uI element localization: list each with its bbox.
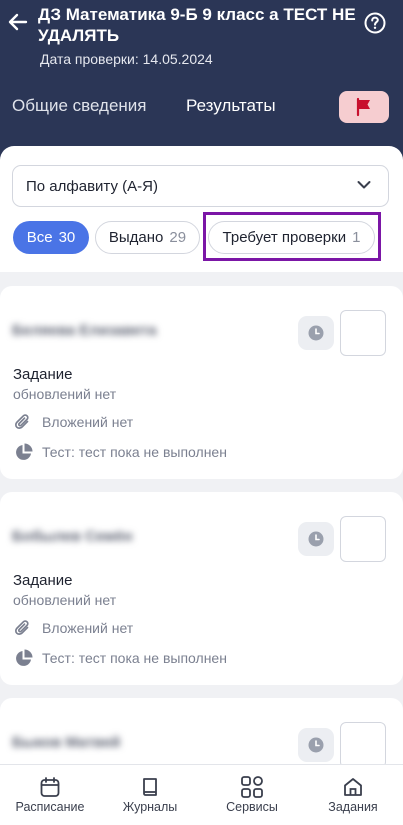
paperclip-icon	[13, 412, 33, 432]
filter-panel: По алфавиту (А-Я) Все 30 Выдано 29 Требу…	[0, 146, 403, 272]
pill-count: 29	[169, 229, 187, 246]
nav-label: Журналы	[122, 800, 178, 814]
pie-chart-icon	[13, 442, 33, 462]
clock-icon	[308, 325, 324, 341]
student-card[interactable]: Бобылев Семён Задание обновлений нет Вло…	[0, 492, 403, 685]
calendar-icon	[38, 775, 62, 799]
student-name: Бобылев Семён	[12, 528, 133, 545]
nav-label: Задания	[328, 800, 378, 814]
back-arrow-icon	[8, 13, 28, 31]
history-button[interactable]	[298, 316, 334, 350]
header: ДЗ Математика 9-Б 9 класс а ТЕСТ НЕ УДАЛ…	[0, 0, 403, 160]
check-date: Дата проверки: 14.05.2024	[40, 51, 213, 67]
task-updates: обновлений нет	[13, 592, 117, 608]
flag-icon	[356, 97, 370, 117]
home-icon	[341, 775, 365, 799]
help-button[interactable]	[364, 12, 386, 34]
pill-label: Все	[26, 229, 53, 246]
test-status-text: Тест: тест пока не выполнен	[42, 650, 227, 666]
clock-icon	[308, 531, 324, 547]
pill-label: Выдано	[108, 229, 164, 246]
task-updates: обновлений нет	[13, 386, 117, 402]
grade-box[interactable]	[340, 516, 386, 562]
task-label: Задание	[13, 572, 73, 589]
task-label: Задание	[13, 366, 73, 383]
nav-label: Сервисы	[226, 800, 278, 814]
nav-item-journals[interactable]: Журналы	[100, 765, 200, 825]
flag-button[interactable]	[339, 91, 389, 123]
clock-icon	[308, 737, 324, 753]
help-icon	[364, 12, 386, 34]
paperclip-icon	[13, 618, 33, 638]
sort-select[interactable]: По алфавиту (А-Я)	[12, 165, 389, 207]
attachments-text: Вложений нет	[42, 414, 134, 430]
book-icon	[138, 775, 162, 799]
student-name: Беляева Елизавета	[12, 322, 157, 339]
student-name: Быков Матвей	[12, 734, 121, 751]
nav-item-tasks[interactable]: Задания	[303, 765, 403, 825]
filter-pill-issued[interactable]: Выдано 29	[95, 221, 200, 254]
test-row: Тест: тест пока не выполнен	[13, 648, 227, 668]
back-button[interactable]	[6, 8, 30, 36]
pie-chart-icon	[13, 648, 33, 668]
grade-box[interactable]	[340, 722, 386, 768]
filter-pill-all[interactable]: Все 30	[13, 221, 89, 254]
highlight-box	[203, 212, 381, 261]
tab-results[interactable]: Результаты	[186, 96, 276, 116]
sort-value: По алфавиту (А-Я)	[26, 178, 158, 195]
attachments-row: Вложений нет	[13, 412, 133, 432]
bottom-nav: Расписание Журналы Сервисы Задания	[0, 764, 403, 825]
pill-count: 30	[58, 229, 76, 246]
history-button[interactable]	[298, 522, 334, 556]
history-button[interactable]	[298, 728, 334, 762]
nav-item-services[interactable]: Сервисы	[202, 765, 302, 825]
attachments-text: Вложений нет	[42, 620, 134, 636]
tab-general-info[interactable]: Общие сведения	[12, 96, 147, 116]
nav-item-schedule[interactable]: Расписание	[0, 765, 100, 825]
nav-label: Расписание	[15, 800, 85, 814]
attachments-row: Вложений нет	[13, 618, 133, 638]
chevron-down-icon	[357, 181, 371, 189]
grade-box[interactable]	[340, 310, 386, 356]
student-card[interactable]: Беляева Елизавета Задание обновлений нет…	[0, 286, 403, 479]
grid-icon	[240, 775, 264, 799]
test-status-text: Тест: тест пока не выполнен	[42, 444, 227, 460]
test-row: Тест: тест пока не выполнен	[13, 442, 227, 462]
page-title: ДЗ Математика 9-Б 9 класс а ТЕСТ НЕ УДАЛ…	[38, 5, 356, 45]
